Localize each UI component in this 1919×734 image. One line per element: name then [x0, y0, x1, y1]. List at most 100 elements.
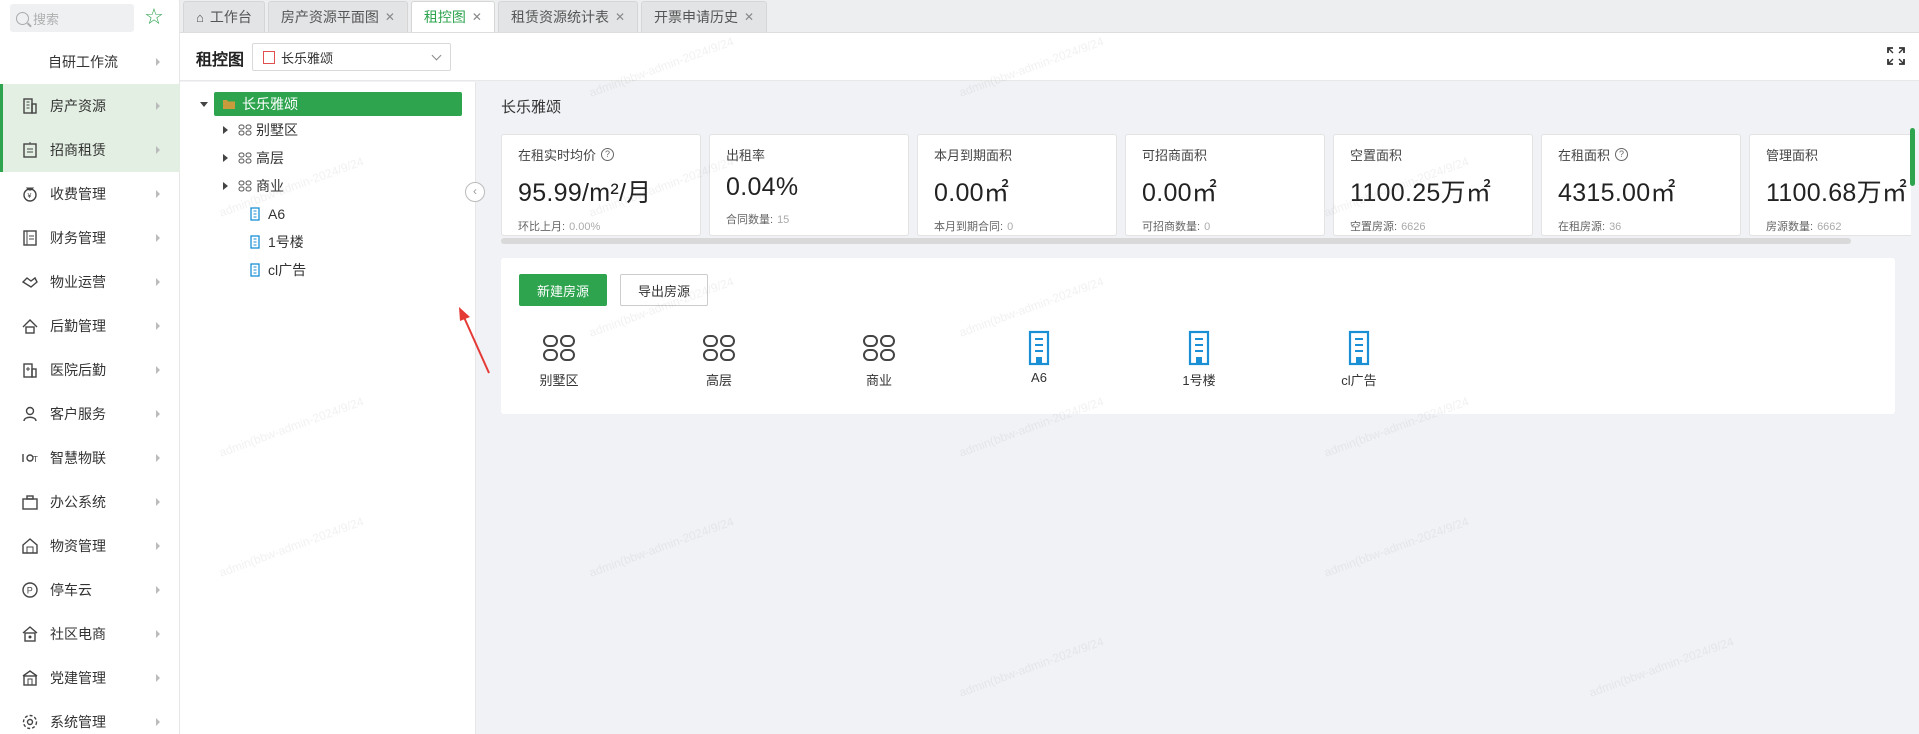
sidebar-item-parking[interactable]: P 停车云 [0, 568, 180, 612]
tab-rent-control[interactable]: 租控图 ✕ [410, 1, 495, 32]
home-icon: ⌂ [196, 9, 204, 25]
sidebar-item-property-ops[interactable]: 物业运营 [0, 260, 180, 304]
chevron-right-icon [156, 718, 160, 726]
tab-floor-plan[interactable]: 房产资源平面图 ✕ [267, 1, 408, 32]
stat-card-avg-price: 在租实时均价? 95.99/m²/月 环比上月: 0.00% [501, 134, 701, 236]
building-icon [20, 96, 40, 116]
stat-card-leased-area: 在租面积? 4315.00㎡ 在租房源: 36 [1541, 134, 1741, 236]
building-tile-highrise[interactable]: 高层 [679, 330, 759, 389]
sidebar-item-label: 招商租赁 [50, 142, 106, 158]
building-tile-villa[interactable]: 别墅区 [519, 330, 599, 389]
tree-node-cl-ad[interactable]: cl广告 [250, 258, 306, 282]
stat-label: 出租率 [726, 148, 766, 163]
building-tile-a6[interactable]: A6 [999, 330, 1079, 385]
sidebar-item-label: 医院后勤 [50, 362, 106, 378]
building-tile-label: 高层 [705, 373, 732, 388]
svg-text:P: P [27, 586, 33, 596]
sidebar-item-system[interactable]: 系统管理 [0, 700, 180, 734]
svg-text:T: T [33, 455, 38, 464]
group-icon [238, 180, 252, 192]
chevron-down-icon [431, 50, 442, 61]
building-tile-commercial[interactable]: 商业 [839, 330, 919, 389]
stat-sub-value: 6662 [1817, 221, 1842, 233]
sidebar-item-property[interactable]: 房产资源 [0, 84, 180, 128]
help-icon[interactable]: ? [1615, 148, 1629, 161]
tab-lease-stats[interactable]: 租赁资源统计表 ✕ [497, 1, 639, 32]
chevron-right-icon [156, 498, 160, 506]
vertical-scrollbar[interactable] [1910, 128, 1915, 186]
stat-value: 1100.25万㎡ [1350, 179, 1492, 207]
stats-row: 在租实时均价? 95.99/m²/月 环比上月: 0.00% 出租率 0.04% … [501, 134, 1911, 242]
sidebar-item-workflow[interactable]: 自研工作流 [0, 40, 180, 84]
favorite-star-icon[interactable]: ☆ [142, 6, 166, 30]
group-icon [863, 335, 895, 361]
close-icon[interactable]: ✕ [472, 10, 482, 24]
help-icon[interactable]: ? [601, 148, 615, 161]
sidebar-item-finance[interactable]: 财务管理 [0, 216, 180, 260]
stat-label: 在租实时均价 [518, 148, 597, 163]
sidebar-item-label: 收费管理 [50, 186, 106, 202]
tree-node-highrise[interactable]: 高层 [223, 146, 284, 170]
horizontal-scrollbar[interactable] [501, 238, 1851, 244]
tree-node-villa[interactable]: 别墅区 [223, 118, 298, 142]
search-input[interactable]: 搜索 [10, 4, 134, 32]
sidebar-item-billing[interactable]: ¥ 收费管理 [0, 172, 180, 216]
tree-node-root[interactable]: 长乐雅颂 [214, 92, 462, 116]
tree-node-label: 别墅区 [256, 122, 298, 138]
tree-node-a6[interactable]: A6 [250, 202, 285, 226]
group-icon [238, 124, 252, 136]
sidebar-item-label: 物业运营 [50, 274, 106, 290]
stat-card-expiring-area: 本月到期面积 0.00㎡ 本月到期合同: 0 [917, 134, 1117, 236]
search-icon [16, 11, 29, 25]
tab-workbench[interactable]: ⌂ 工作台 [183, 1, 265, 32]
stat-label: 本月到期面积 [934, 148, 1013, 163]
sidebar-item-logistics[interactable]: 后勤管理 [0, 304, 180, 348]
sidebar-item-party[interactable]: 党建管理 [0, 656, 180, 700]
chevron-right-icon [156, 278, 160, 286]
sidebar-item-iot[interactable]: T 智慧物联 [0, 436, 180, 480]
stat-sub-label: 合同数量: [726, 214, 774, 226]
chevron-right-icon [156, 190, 160, 198]
tree-node-label: 1号楼 [268, 234, 304, 250]
stat-sub-value: 15 [777, 214, 790, 226]
page-title: 租控图 [196, 52, 245, 69]
chevron-right-icon [156, 630, 160, 638]
folder-icon [223, 100, 235, 109]
caret-right-icon [223, 126, 228, 134]
stat-label: 在租面积 [1558, 148, 1611, 163]
building-icon [250, 235, 260, 249]
property-tree: 长乐雅颂 别墅区 高层 商业 A6 1号楼 cl广告 [180, 82, 476, 734]
parking-icon: P [20, 580, 40, 600]
chevron-right-icon [156, 674, 160, 682]
building-icon [250, 207, 260, 221]
sidebar-item-customer-service[interactable]: 客户服务 [0, 392, 180, 436]
tab-label: 租控图 [423, 9, 466, 25]
sidebar-item-label: 房产资源 [50, 98, 106, 114]
close-icon[interactable]: ✕ [744, 10, 754, 24]
money-bag-icon: ¥ [20, 184, 40, 204]
stat-sub-label: 环比上月: [518, 221, 566, 233]
stat-value: 0.00㎡ [1142, 179, 1218, 207]
stat-sub-label: 本月到期合同: [934, 221, 1004, 233]
tree-node-commercial[interactable]: 商业 [223, 174, 284, 198]
new-property-button[interactable]: 新建房源 [519, 274, 607, 306]
sidebar-item-materials[interactable]: 物资管理 [0, 524, 180, 568]
project-select[interactable]: 长乐雅颂 [252, 43, 451, 71]
building-tile-cl-ad[interactable]: cl广告 [1319, 330, 1399, 389]
sidebar-item-hospital[interactable]: 医院后勤 [0, 348, 180, 392]
export-property-button[interactable]: 导出房源 [620, 274, 708, 306]
stat-sub-value: 0.00% [569, 221, 601, 233]
close-icon[interactable]: ✕ [385, 10, 395, 24]
stat-label: 空置面积 [1350, 148, 1403, 163]
tab-invoice-history[interactable]: 开票申请历史 ✕ [641, 1, 768, 32]
sidebar-item-leasing[interactable]: 招商租赁 [0, 128, 180, 172]
fullscreen-icon[interactable] [1887, 47, 1905, 65]
tab-label: 开票申请历史 [654, 9, 739, 25]
building-tile-building-1[interactable]: 1号楼 [1159, 330, 1239, 389]
tree-node-label: 商业 [256, 178, 284, 194]
stat-sub-label: 房源数量: [1766, 221, 1814, 233]
sidebar-item-office[interactable]: 办公系统 [0, 480, 180, 524]
close-icon[interactable]: ✕ [615, 10, 625, 24]
tree-node-building-1[interactable]: 1号楼 [250, 230, 304, 254]
sidebar-item-ecommerce[interactable]: 社区电商 [0, 612, 180, 656]
